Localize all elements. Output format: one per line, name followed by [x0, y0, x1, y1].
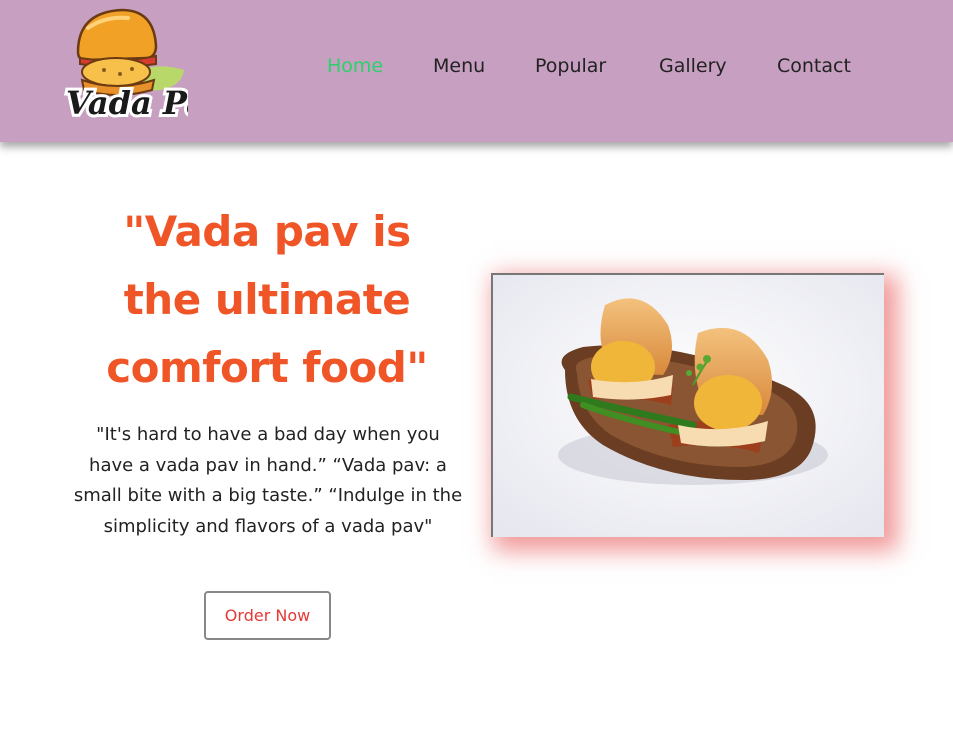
order-now-button[interactable]: Order Now: [204, 591, 331, 640]
nav-menu[interactable]: Menu: [433, 55, 485, 77]
headline-line-3: comfort food": [106, 343, 428, 392]
main-nav: Home Menu Popular Gallery Contact: [0, 55, 953, 85]
hero-headline: "Vada pav is the ultimate comfort food": [67, 198, 467, 402]
hero-quote: "It's hard to have a bad day when you ha…: [73, 424, 463, 537]
headline-line-2: the ultimate: [123, 275, 411, 324]
hero-section: "Vada pav is the ultimate comfort food" …: [0, 142, 953, 729]
nav-home[interactable]: Home: [327, 55, 383, 77]
nav-popular[interactable]: Popular: [535, 55, 606, 77]
vada-pav-plate-image: [493, 275, 884, 537]
headline-line-1: "Vada pav is: [123, 207, 411, 256]
nav-contact[interactable]: Contact: [777, 55, 851, 77]
nav-gallery[interactable]: Gallery: [659, 55, 727, 77]
hero-image: [491, 273, 884, 537]
logo-wordmark: Vada Pav: [66, 84, 188, 122]
site-header: Vada Pav Vada Pav Home Menu Popular Gall…: [0, 0, 953, 142]
